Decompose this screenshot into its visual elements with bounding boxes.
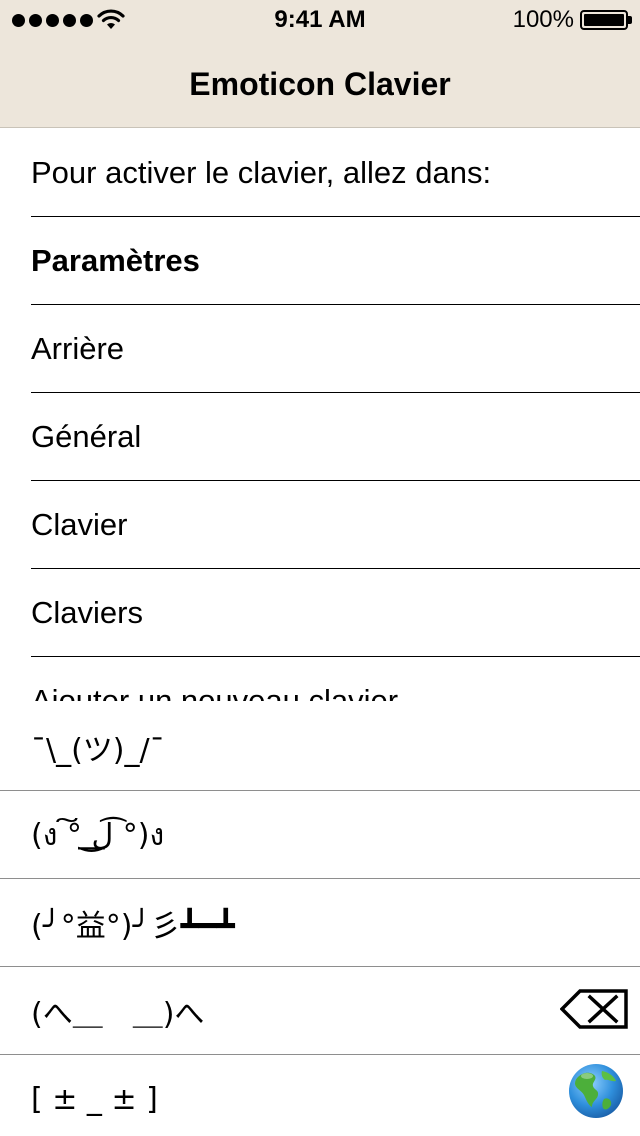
emoticon-key[interactable]: (へ＿ ＿)へ (0, 967, 640, 1055)
battery-percent: 100% (512, 6, 574, 33)
instruction-step-settings: Paramètres (0, 217, 640, 305)
instruction-step-keyboard: Clavier (0, 481, 640, 569)
battery-icon (580, 10, 632, 30)
header: 9:41 AM 100% Emoticon Clavier (0, 0, 640, 128)
instruction-intro: Pour activer le clavier, allez dans: (0, 129, 640, 217)
backspace-icon[interactable] (560, 989, 628, 1029)
emoticon-key[interactable]: (ง ͠° ͟ل͜ ͡°)ง (0, 791, 640, 879)
emoticon-key[interactable]: [ ± _ ± ] (0, 1055, 640, 1136)
globe-icon[interactable] (568, 1063, 624, 1119)
emoticon-key[interactable]: (╯°益°)╯彡┻━┻ (0, 879, 640, 967)
instruction-step-keyboards: Claviers (0, 569, 640, 657)
emoticon-keyboard: ¯\_(ツ)_/¯ (ง ͠° ͟ل͜ ͡°)ง (╯°益°)╯彡┻━┻ (へ＿… (0, 703, 640, 1136)
instruction-step-back: Arrière (0, 305, 640, 393)
instruction-step-general: Général (0, 393, 640, 481)
instructions-list[interactable]: Pour activer le clavier, allez dans: Par… (0, 129, 640, 701)
instruction-step-add-keyboard: Ajouter un nouveau clavier (31, 683, 399, 701)
status-bar: 9:41 AM 100% (0, 0, 640, 40)
page-title: Emoticon Clavier (189, 66, 451, 102)
emoticon-key[interactable]: ¯\_(ツ)_/¯ (0, 703, 640, 791)
